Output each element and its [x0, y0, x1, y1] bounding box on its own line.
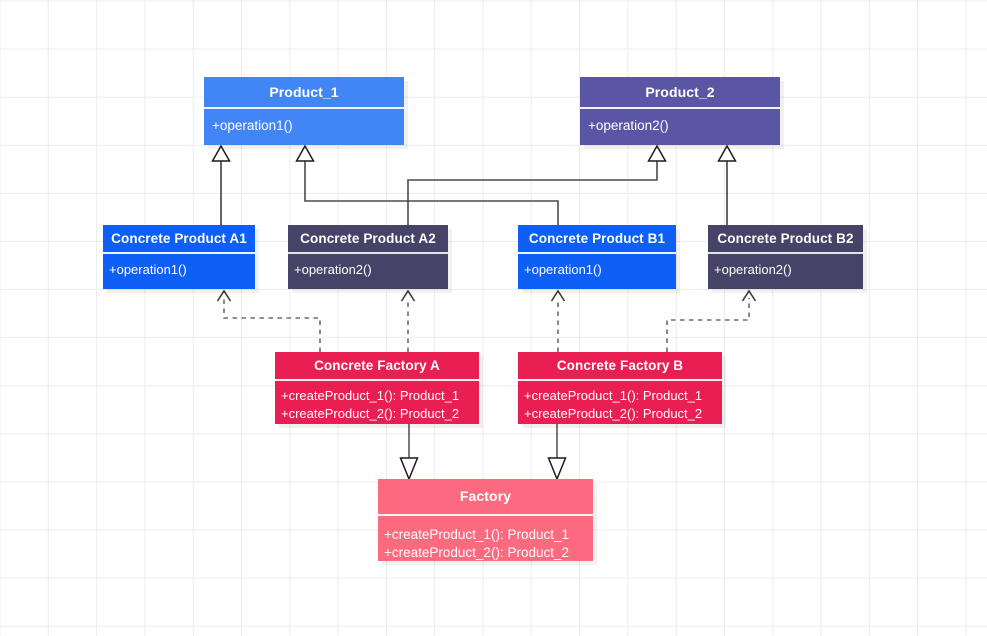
class-name-concrete-factory-b: Concrete Factory B	[556, 358, 684, 373]
class-operations-concrete-product-a2: +operation2()	[288, 254, 448, 278]
operation-item: +operation1()	[109, 262, 187, 277]
class-operations-concrete-factory-b: +createProduct_1(): Product_1 +createPro…	[518, 381, 722, 422]
operation-item: +createProduct_2(): Product_2	[281, 405, 460, 421]
uml-class-concrete-product-b2[interactable]: Concrete Product B2 +operation2()	[708, 225, 863, 289]
edge-cp-b1-to-product-1	[295, 144, 559, 225]
operation-item: +createProduct_1(): Product_1	[524, 388, 703, 403]
uml-class-concrete-product-a2[interactable]: Concrete Product A2 +operation2()	[288, 225, 448, 289]
uml-class-factory[interactable]: Factory +createProduct_1(): Product_1 +c…	[378, 479, 593, 561]
class-name-product-1: Product_1	[269, 84, 339, 100]
uml-class-concrete-factory-b[interactable]: Concrete Factory B +createProduct_1(): P…	[518, 352, 722, 424]
operation-item: +createProduct_1(): Product_1	[281, 388, 460, 403]
class-operations-product-1: +operation1()	[204, 109, 404, 135]
edge-cf-b-to-cp-b2	[666, 289, 757, 352]
uml-class-concrete-factory-a[interactable]: Concrete Factory A +createProduct_1(): P…	[275, 352, 479, 424]
edge-cf-a-to-cp-a2	[400, 289, 416, 352]
diagram-canvas[interactable]: Product_1 +operation1() Product_2 +opera…	[0, 0, 987, 636]
class-name-concrete-product-b2: Concrete Product B2	[717, 231, 854, 246]
class-operations-concrete-product-b1: +operation1()	[518, 254, 676, 278]
operation-item: +createProduct_1(): Product_1	[384, 527, 569, 542]
class-name-concrete-factory-a: Concrete Factory A	[314, 358, 440, 373]
class-name-factory: Factory	[459, 488, 512, 504]
edge-cf-a-to-factory	[399, 424, 419, 481]
class-name-concrete-product-a1: Concrete Product A1	[111, 231, 247, 246]
edge-cf-b-to-cp-b1	[550, 289, 566, 352]
uml-class-product-1[interactable]: Product_1 +operation1()	[204, 77, 404, 145]
uml-class-concrete-product-a1[interactable]: Concrete Product A1 +operation1()	[103, 225, 255, 289]
class-operations-product-2: +operation2()	[580, 109, 780, 135]
class-operations-concrete-product-a1: +operation1()	[103, 254, 255, 278]
class-operations-concrete-factory-a: +createProduct_1(): Product_1 +createPro…	[275, 381, 479, 422]
class-name-concrete-product-a2: Concrete Product A2	[300, 231, 436, 246]
uml-class-product-2[interactable]: Product_2 +operation2()	[580, 77, 780, 145]
uml-class-concrete-product-b1[interactable]: Concrete Product B1 +operation1()	[518, 225, 676, 289]
edge-cf-a-to-cp-a1	[216, 289, 321, 352]
operation-item: +operation2()	[588, 118, 669, 133]
class-operations-factory: +createProduct_1(): Product_1 +createPro…	[378, 516, 593, 562]
edge-cp-a2-to-product-2	[407, 144, 667, 225]
edge-cp-a1-to-product-1	[211, 144, 231, 225]
operation-item: +operation1()	[212, 118, 293, 133]
operation-item: +operation1()	[524, 262, 602, 277]
operation-item: +createProduct_2(): Product_2	[524, 405, 703, 421]
class-operations-concrete-product-b2: +operation2()	[708, 254, 863, 278]
edge-cf-b-to-factory	[547, 424, 567, 481]
edge-cp-b2-to-product-2	[717, 144, 737, 225]
operation-item: +createProduct_2(): Product_2	[384, 545, 569, 560]
operation-item: +operation2()	[294, 262, 372, 277]
class-name-product-2: Product_2	[645, 84, 715, 100]
class-name-concrete-product-b1: Concrete Product B1	[528, 231, 666, 246]
operation-item: +operation2()	[714, 262, 792, 277]
